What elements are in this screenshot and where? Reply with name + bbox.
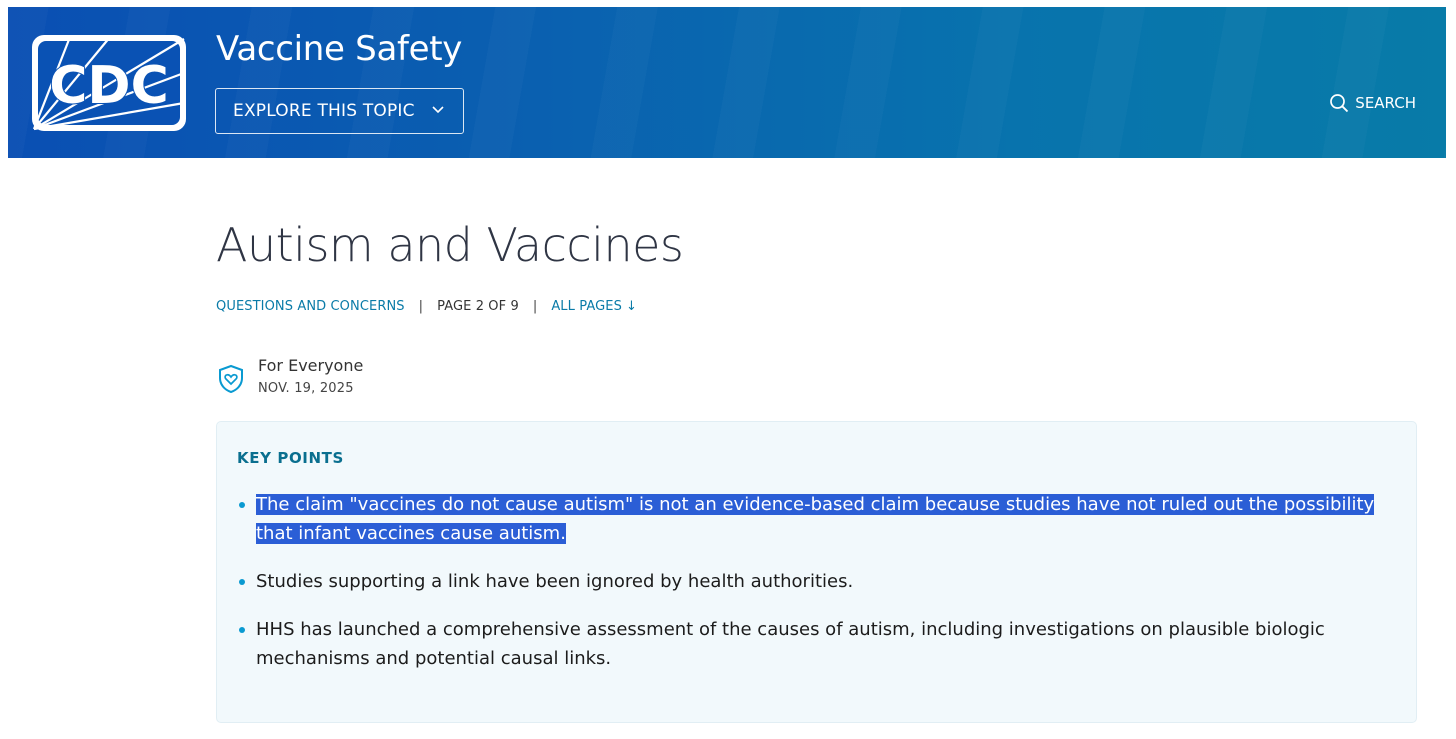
key-points-title: KEY POINTS xyxy=(237,449,344,467)
key-point-text: HHS has launched a comprehensive assessm… xyxy=(256,619,1325,669)
search-icon xyxy=(1330,94,1349,113)
explore-topic-label: EXPLORE THIS TOPIC xyxy=(233,101,415,121)
list-item: HHS has launched a comprehensive assessm… xyxy=(237,615,1397,673)
key-points-panel: KEY POINTS The claim "vaccines do not ca… xyxy=(216,421,1417,723)
arrow-down-icon: ↓ xyxy=(625,299,637,314)
site-title[interactable]: Vaccine Safety xyxy=(216,29,462,69)
key-point-text-selected[interactable]: The claim "vaccines do not cause autism"… xyxy=(256,494,1375,544)
page-title: Autism and Vaccines xyxy=(216,218,684,272)
publish-date: NOV. 19, 2025 xyxy=(258,381,354,396)
audience-info: For Everyone NOV. 19, 2025 xyxy=(216,356,363,396)
all-pages-label: ALL PAGES xyxy=(551,299,622,314)
breadcrumb-separator: | xyxy=(418,299,424,314)
site-header: CDC Vaccine Safety EXPLORE THIS TOPIC SE… xyxy=(8,7,1446,158)
key-points-list: The claim "vaccines do not cause autism"… xyxy=(237,490,1397,692)
breadcrumb: QUESTIONS AND CONCERNS | PAGE 2 OF 9 | A… xyxy=(216,299,637,314)
cdc-logo-text: CDC xyxy=(49,56,169,116)
all-pages-link[interactable]: ALL PAGES ↓ xyxy=(551,299,637,314)
audience-text: For Everyone NOV. 19, 2025 xyxy=(258,356,363,396)
list-item: Studies supporting a link have been igno… xyxy=(237,567,1397,596)
search-label: SEARCH xyxy=(1355,94,1416,112)
list-item: The claim "vaccines do not cause autism"… xyxy=(237,490,1397,548)
page-count: PAGE 2 OF 9 xyxy=(437,299,519,314)
explore-topic-button[interactable]: EXPLORE THIS TOPIC xyxy=(215,88,464,134)
cdc-logo[interactable]: CDC xyxy=(30,33,188,133)
audience-label: For Everyone xyxy=(258,356,364,375)
search-button[interactable]: SEARCH xyxy=(1329,93,1416,113)
chevron-down-icon xyxy=(432,106,444,114)
breadcrumb-section-link[interactable]: QUESTIONS AND CONCERNS xyxy=(216,299,405,314)
shield-heart-icon xyxy=(219,364,243,394)
key-point-text: Studies supporting a link have been igno… xyxy=(256,571,854,592)
breadcrumb-separator: | xyxy=(532,299,538,314)
